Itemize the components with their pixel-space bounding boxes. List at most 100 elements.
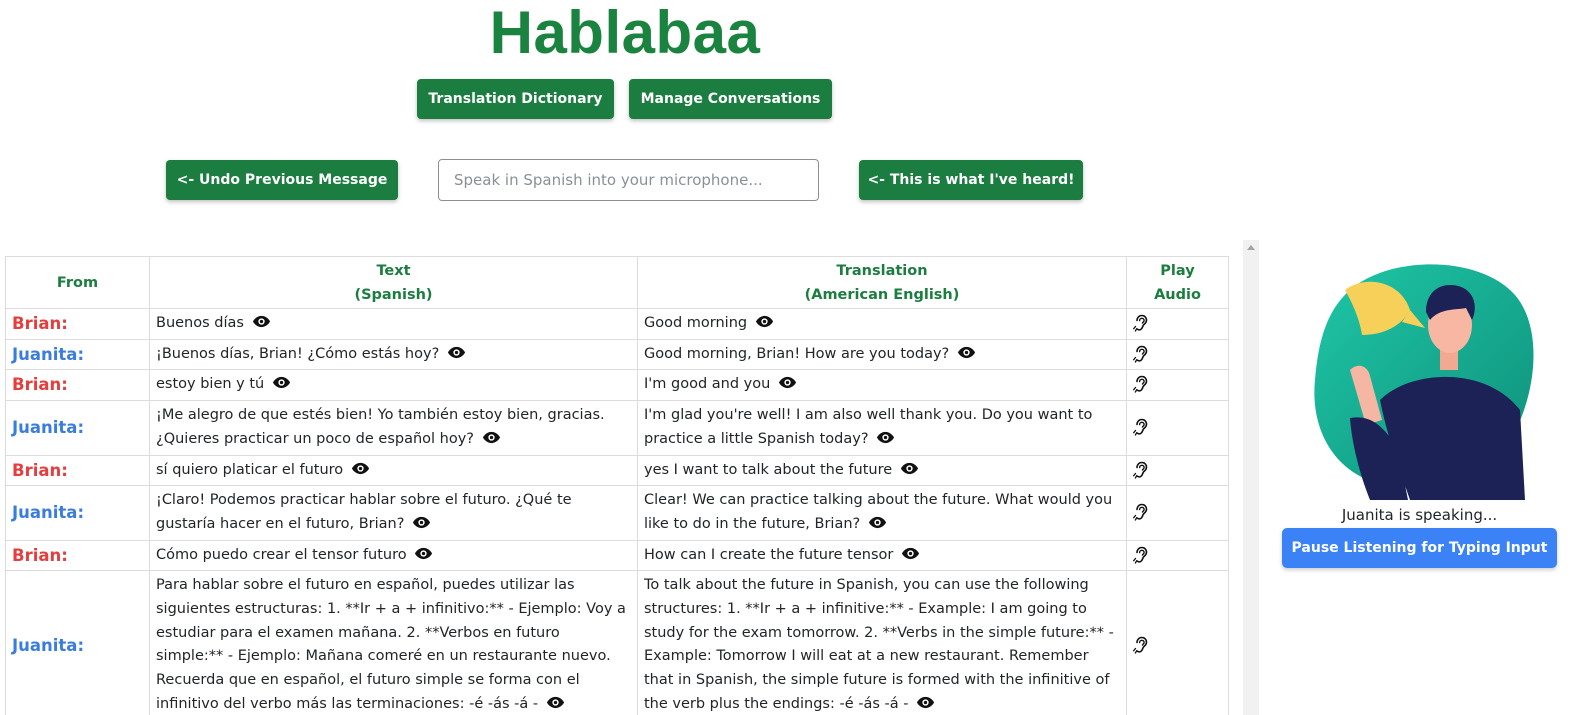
column-header-audio-label: Audio	[1154, 286, 1201, 303]
eye-icon[interactable]	[957, 344, 976, 358]
eye-icon[interactable]	[252, 313, 271, 328]
eye-icon[interactable]	[546, 694, 565, 708]
column-header-from-label: From	[56, 274, 99, 291]
eye-icon[interactable]	[876, 429, 895, 443]
translation-cell: I'm glad you're well! I am also well tha…	[637, 400, 1127, 456]
play-audio-cell	[1126, 308, 1229, 340]
column-header-text: Text (Spanish)	[149, 256, 638, 309]
spanish-text-cell: sí quiero platicar el futuro	[149, 454, 638, 487]
speech-input[interactable]	[438, 159, 819, 201]
translation-cell: I'm good and you	[637, 369, 1127, 402]
eye-icon[interactable]	[901, 545, 920, 559]
spanish-text-cell: estoy bien y tú	[149, 369, 638, 402]
eye-icon[interactable]	[412, 514, 431, 528]
spanish-text-cell: Para hablar sobre el futuro en español, …	[149, 570, 638, 715]
undo-previous-message-button[interactable]: <- Undo Previous Message	[166, 160, 398, 200]
speaker-cell: Juanita:	[5, 338, 150, 371]
column-header-play-label: Play	[1160, 262, 1195, 279]
table-row: Juanita: ¡Claro! Podemos practicar hablar…	[5, 485, 1229, 541]
play-audio-cell	[1126, 400, 1229, 456]
play-audio-cell	[1126, 539, 1229, 572]
table-row: Brian: Cómo puedo crear el tensor futuro …	[5, 539, 1229, 572]
table-scrollbar[interactable]	[1243, 240, 1259, 715]
spanish-text: Cómo puedo crear el tensor futuro	[156, 546, 407, 563]
translation-dictionary-button[interactable]: Translation Dictionary	[417, 79, 614, 119]
spanish-text-cell: Buenos días	[149, 308, 638, 340]
spanish-text: Para hablar sobre el futuro en español, …	[156, 577, 626, 712]
speaking-status: Juanita is speaking...	[1341, 506, 1498, 524]
scroll-up-arrow-icon[interactable]	[1247, 245, 1255, 250]
translation-cell: Good morning	[637, 308, 1127, 340]
conversation-table-container: From Text (Spanish) Translation (America…	[5, 256, 1229, 715]
ear-icon[interactable]	[1133, 375, 1149, 394]
speaker-cell: Brian:	[5, 454, 150, 487]
table-row: Brian: sí quiero platicar el futuro yes I…	[5, 454, 1229, 487]
spanish-text-cell: ¡Me alegro de que estés bien! Yo también…	[149, 400, 638, 456]
ear-icon[interactable]	[1133, 636, 1149, 654]
app-title: Hablabaa	[489, 0, 761, 66]
app-page: Hablabaa Translation Dictionary Manage C…	[0, 0, 1579, 715]
column-header-translation-sublabel: (American English)	[804, 286, 960, 303]
translation-cell: yes I want to talk about the future	[637, 454, 1127, 487]
eye-icon[interactable]	[900, 460, 919, 474]
column-header-translation: Translation (American English)	[637, 256, 1127, 309]
translation-cell: How can I create the future tensor	[637, 539, 1127, 572]
table-row: Brian: Buenos días Good morning	[5, 308, 1229, 340]
eye-icon[interactable]	[447, 344, 466, 358]
spanish-text: sí quiero platicar el futuro	[156, 461, 344, 478]
eye-icon[interactable]	[414, 545, 433, 559]
translation-cell: To talk about the future in Spanish, you…	[637, 570, 1127, 715]
eye-icon[interactable]	[755, 313, 774, 328]
conversation-table-body: Brian: Buenos días Good morning Juanita: ¡…	[5, 308, 1229, 715]
english-translation: How can I create the future tensor	[644, 546, 894, 563]
english-translation: yes I want to talk about the future	[644, 461, 893, 478]
conversation-table: From Text (Spanish) Translation (America…	[5, 256, 1229, 715]
speaker-cell: Juanita:	[5, 400, 150, 456]
play-audio-cell	[1126, 485, 1229, 541]
ear-icon[interactable]	[1133, 314, 1149, 332]
eye-icon[interactable]	[272, 374, 291, 389]
eye-icon[interactable]	[482, 429, 501, 443]
column-header-text-label: Text	[376, 262, 411, 279]
speaker-cell: Brian:	[5, 308, 150, 340]
eye-icon[interactable]	[351, 460, 370, 474]
ear-icon[interactable]	[1133, 503, 1149, 521]
speaking-person-illustration	[1314, 264, 1534, 500]
play-audio-cell	[1126, 570, 1229, 715]
column-header-text-sublabel: (Spanish)	[354, 286, 433, 303]
speaker-cell: Brian:	[5, 539, 150, 572]
ear-icon[interactable]	[1133, 418, 1149, 436]
translation-cell: Good morning, Brian! How are you today?	[637, 338, 1127, 371]
assistant-avatar	[1290, 250, 1550, 500]
speaker-cell: Juanita:	[5, 570, 150, 715]
english-translation: I'm glad you're well! I am also well tha…	[644, 407, 1093, 447]
eye-icon[interactable]	[868, 514, 887, 528]
table-row: Juanita: ¡Buenos días, Brian! ¿Cómo estás…	[5, 338, 1229, 371]
manage-conversations-button[interactable]: Manage Conversations	[629, 79, 832, 119]
english-translation: Good morning	[644, 315, 748, 331]
speaker-cell: Brian:	[5, 369, 150, 402]
ear-icon[interactable]	[1133, 546, 1149, 564]
spanish-text-cell: ¡Claro! Podemos practicar hablar sobre e…	[149, 485, 638, 541]
column-header-play-audio: Play Audio	[1126, 256, 1229, 309]
table-row: Juanita: ¡Me alegro de que estés bien! Yo…	[5, 400, 1229, 456]
play-audio-cell	[1126, 454, 1229, 487]
spanish-text: estoy bien y tú	[156, 376, 265, 393]
this-is-what-ive-heard-button[interactable]: <- This is what I've heard!	[859, 160, 1083, 200]
pause-listening-button[interactable]: Pause Listening for Typing Input	[1282, 528, 1557, 568]
play-audio-cell	[1126, 369, 1229, 402]
speaker-cell: Juanita:	[5, 485, 150, 541]
ear-icon[interactable]	[1133, 461, 1149, 479]
column-header-from: From	[5, 256, 150, 309]
spanish-text-cell: Cómo puedo crear el tensor futuro	[149, 539, 638, 572]
eye-icon[interactable]	[778, 374, 797, 389]
spanish-text: ¡Claro! Podemos practicar hablar sobre e…	[156, 492, 572, 532]
spanish-text: ¡Me alegro de que estés bien! Yo también…	[156, 407, 605, 447]
table-header-row: From Text (Spanish) Translation (America…	[5, 256, 1229, 309]
english-translation: Good morning, Brian! How are you today?	[644, 345, 950, 362]
ear-icon[interactable]	[1133, 345, 1149, 363]
column-header-translation-label: Translation	[836, 262, 928, 279]
english-translation: To talk about the future in Spanish, you…	[644, 577, 1114, 712]
spanish-text-cell: ¡Buenos días, Brian! ¿Cómo estás hoy?	[149, 338, 638, 371]
eye-icon[interactable]	[916, 694, 935, 708]
